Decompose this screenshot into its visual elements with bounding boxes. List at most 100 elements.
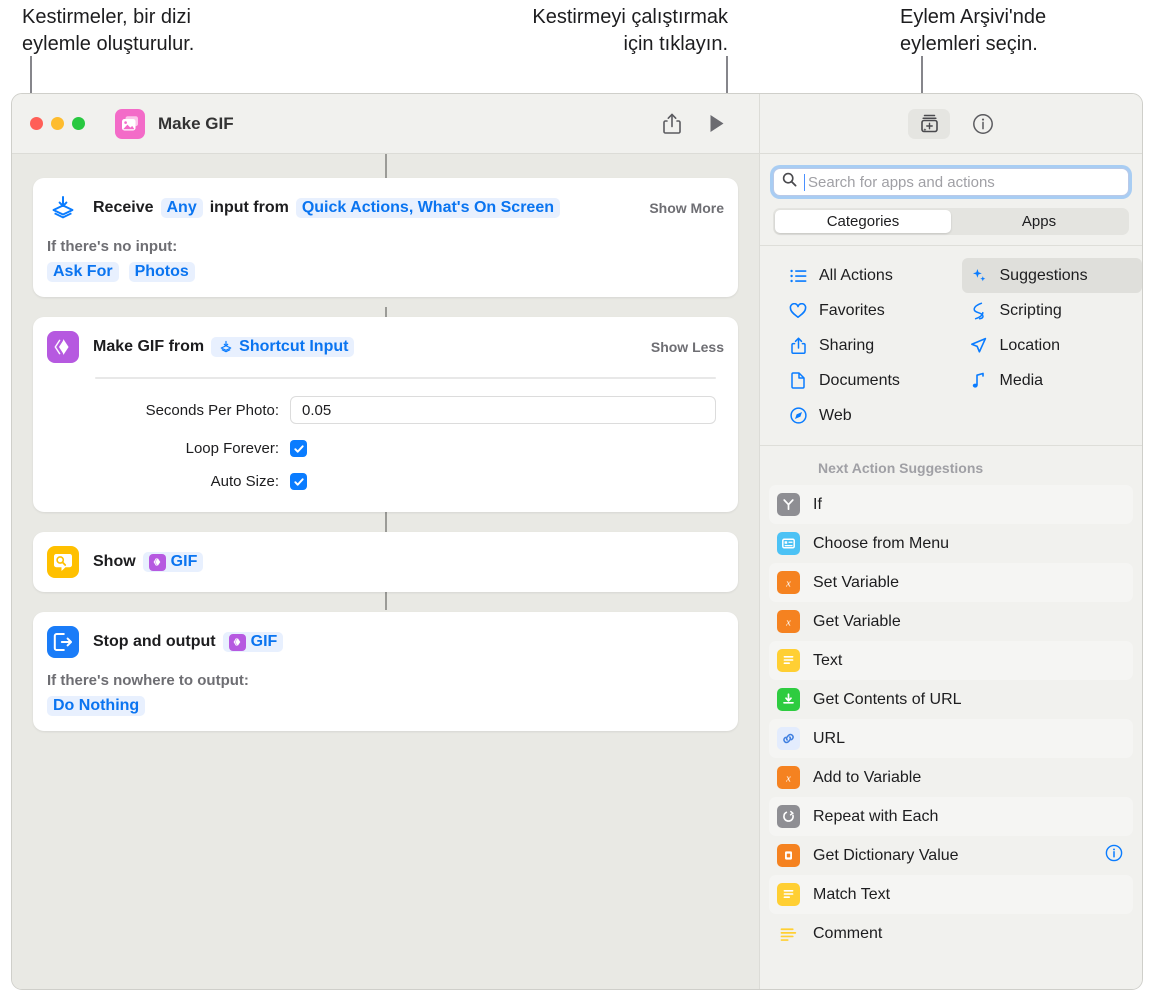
close-button[interactable] <box>30 117 43 130</box>
param-auto-size: Auto Size: <box>33 465 738 498</box>
shortcut-canvas[interactable]: Receive Any input from Quick Actions, Wh… <box>12 154 760 989</box>
input-source-token[interactable]: Quick Actions, What's On Screen <box>295 198 560 218</box>
suggestions-list[interactable]: Next Action Suggestions If Choose from Me… <box>760 446 1142 989</box>
comment-lines-icon <box>777 922 800 945</box>
param-label: Auto Size: <box>210 473 279 490</box>
suggestion-item[interactable]: x Set Variable <box>769 563 1133 602</box>
category-item-documents[interactable]: Documents <box>781 363 962 398</box>
gif-glyph-icon <box>228 633 246 651</box>
show-less-toggle[interactable]: Show Less <box>639 339 724 355</box>
category-item-media[interactable]: Media <box>962 363 1143 398</box>
category-item-favorites[interactable]: Favorites <box>781 293 962 328</box>
category-item-all-actions[interactable]: All Actions <box>781 258 962 293</box>
no-input-tokens: Ask For Photos <box>33 255 738 297</box>
action-header: Make GIF from Shortcut Input Show Less <box>33 317 738 377</box>
shortcuts-editor-window: Make GIF Receive Any input from Quick Ac… <box>11 93 1143 990</box>
shortcut-input-glyph-icon <box>217 339 234 356</box>
photos-token[interactable]: Photos <box>128 262 195 282</box>
info-icon[interactable] <box>1105 844 1123 867</box>
action-title: Show <box>93 553 136 570</box>
param-loop-forever: Loop Forever: <box>33 432 738 465</box>
suggestion-item[interactable]: URL <box>769 719 1133 758</box>
suggestion-item[interactable]: Text <box>769 641 1133 680</box>
gif-variable-token[interactable]: GIF <box>222 632 284 652</box>
search-input[interactable]: Search for apps and actions <box>773 168 1129 196</box>
suggestion-label: Get Dictionary Value <box>813 846 959 864</box>
variable-icon: x <box>777 766 800 789</box>
action-library-icon[interactable] <box>908 108 950 139</box>
maximize-button[interactable] <box>72 117 85 130</box>
category-item-location[interactable]: Location <box>962 328 1143 363</box>
gif-glyph-icon <box>148 553 166 571</box>
action-title-row: Make GIF from Shortcut Input <box>93 337 355 357</box>
ask-for-token[interactable]: Ask For <box>47 262 119 282</box>
suggestion-item[interactable]: Match Text <box>769 875 1133 914</box>
param-label: Loop Forever: <box>185 440 279 457</box>
suggestion-item[interactable]: x Get Variable <box>769 602 1133 641</box>
download-icon <box>777 688 800 711</box>
suggestion-label: If <box>813 495 822 513</box>
action-title-row: Stop and output GIF <box>93 632 284 652</box>
run-shortcut-button[interactable] <box>709 114 725 133</box>
category-item-web[interactable]: Web <box>781 398 962 433</box>
action-title-row: Show GIF <box>93 552 204 572</box>
scripting-icon <box>968 302 990 320</box>
suggestion-item[interactable]: x Add to Variable <box>769 758 1133 797</box>
seconds-per-photo-input[interactable]: 0.05 <box>290 396 716 424</box>
category-label: Favorites <box>819 301 885 319</box>
suggestion-item[interactable]: Comment <box>769 914 1133 953</box>
suggestion-item[interactable]: Choose from Menu <box>769 524 1133 563</box>
suggestion-item[interactable]: Repeat with Each <box>769 797 1133 836</box>
info-icon[interactable] <box>972 113 994 135</box>
titlebar-left-section: Make GIF <box>12 94 760 153</box>
auto-size-checkbox[interactable] <box>290 473 307 490</box>
category-label: Scripting <box>999 301 1062 319</box>
window-controls[interactable] <box>30 117 85 130</box>
suggestion-item[interactable]: Get Contents of URL <box>769 680 1133 719</box>
document-title[interactable]: Make GIF <box>158 114 234 134</box>
loop-forever-checkbox[interactable] <box>290 440 307 457</box>
action-card-show[interactable]: Show GIF <box>33 532 738 592</box>
action-card-make-gif[interactable]: Make GIF from Shortcut Input Show Less S… <box>33 317 738 512</box>
tab-categories[interactable]: Categories <box>775 210 951 233</box>
titlebar-actions <box>663 113 725 134</box>
suggestions-header: Next Action Suggestions <box>818 460 984 476</box>
category-item-suggestions[interactable]: Suggestions <box>961 258 1142 293</box>
action-title: Stop and output <box>93 633 216 650</box>
category-label: Sharing <box>819 336 875 354</box>
param-label: Seconds Per Photo: <box>145 401 279 419</box>
share-icon[interactable] <box>663 113 681 134</box>
search-icon <box>782 172 797 192</box>
library-mode-segmented-control[interactable]: Categories Apps <box>773 208 1129 235</box>
share-icon <box>787 337 809 354</box>
nowhere-to-output-label: If there's nowhere to output: <box>47 672 249 689</box>
minimize-button[interactable] <box>51 117 64 130</box>
show-more-toggle[interactable]: Show More <box>637 200 724 216</box>
quick-look-icon <box>47 546 79 578</box>
suggestion-item[interactable]: If <box>769 485 1133 524</box>
gif-token-label: GIF <box>170 553 198 570</box>
category-item-scripting[interactable]: Scripting <box>962 293 1143 328</box>
shortcut-input-token-label: Shortcut Input <box>239 338 349 355</box>
shortcut-input-token[interactable]: Shortcut Input <box>211 337 355 357</box>
suggestion-item[interactable]: Get Dictionary Value <box>769 836 1133 875</box>
do-nothing-token[interactable]: Do Nothing <box>47 696 146 716</box>
category-label: Documents <box>819 371 900 389</box>
list-bullet-icon <box>787 269 809 283</box>
suggestion-label: Text <box>813 651 843 669</box>
category-item-sharing[interactable]: Sharing <box>781 328 962 363</box>
gif-variable-token[interactable]: GIF <box>142 552 204 572</box>
suggestion-label: Match Text <box>813 885 891 903</box>
suggestion-label: Get Variable <box>813 612 901 630</box>
suggestion-label: Comment <box>813 924 883 942</box>
action-card-stop-and-output[interactable]: Stop and output GIF If there's nowhere t… <box>33 612 738 731</box>
suggestion-rows: If Choose from Menu x Set Variable x Get Vari… <box>769 485 1133 953</box>
action-header: Stop and output GIF <box>33 612 738 672</box>
gif-token-label: GIF <box>250 633 278 650</box>
location-arrow-icon <box>968 337 990 354</box>
category-column-right: Suggestions Scripting Location Media <box>961 258 1143 433</box>
action-card-receive[interactable]: Receive Any input from Quick Actions, Wh… <box>33 178 738 297</box>
search-placeholder: Search for apps and actions <box>804 173 995 191</box>
tab-apps[interactable]: Apps <box>951 210 1127 233</box>
input-type-token[interactable]: Any <box>160 198 203 218</box>
